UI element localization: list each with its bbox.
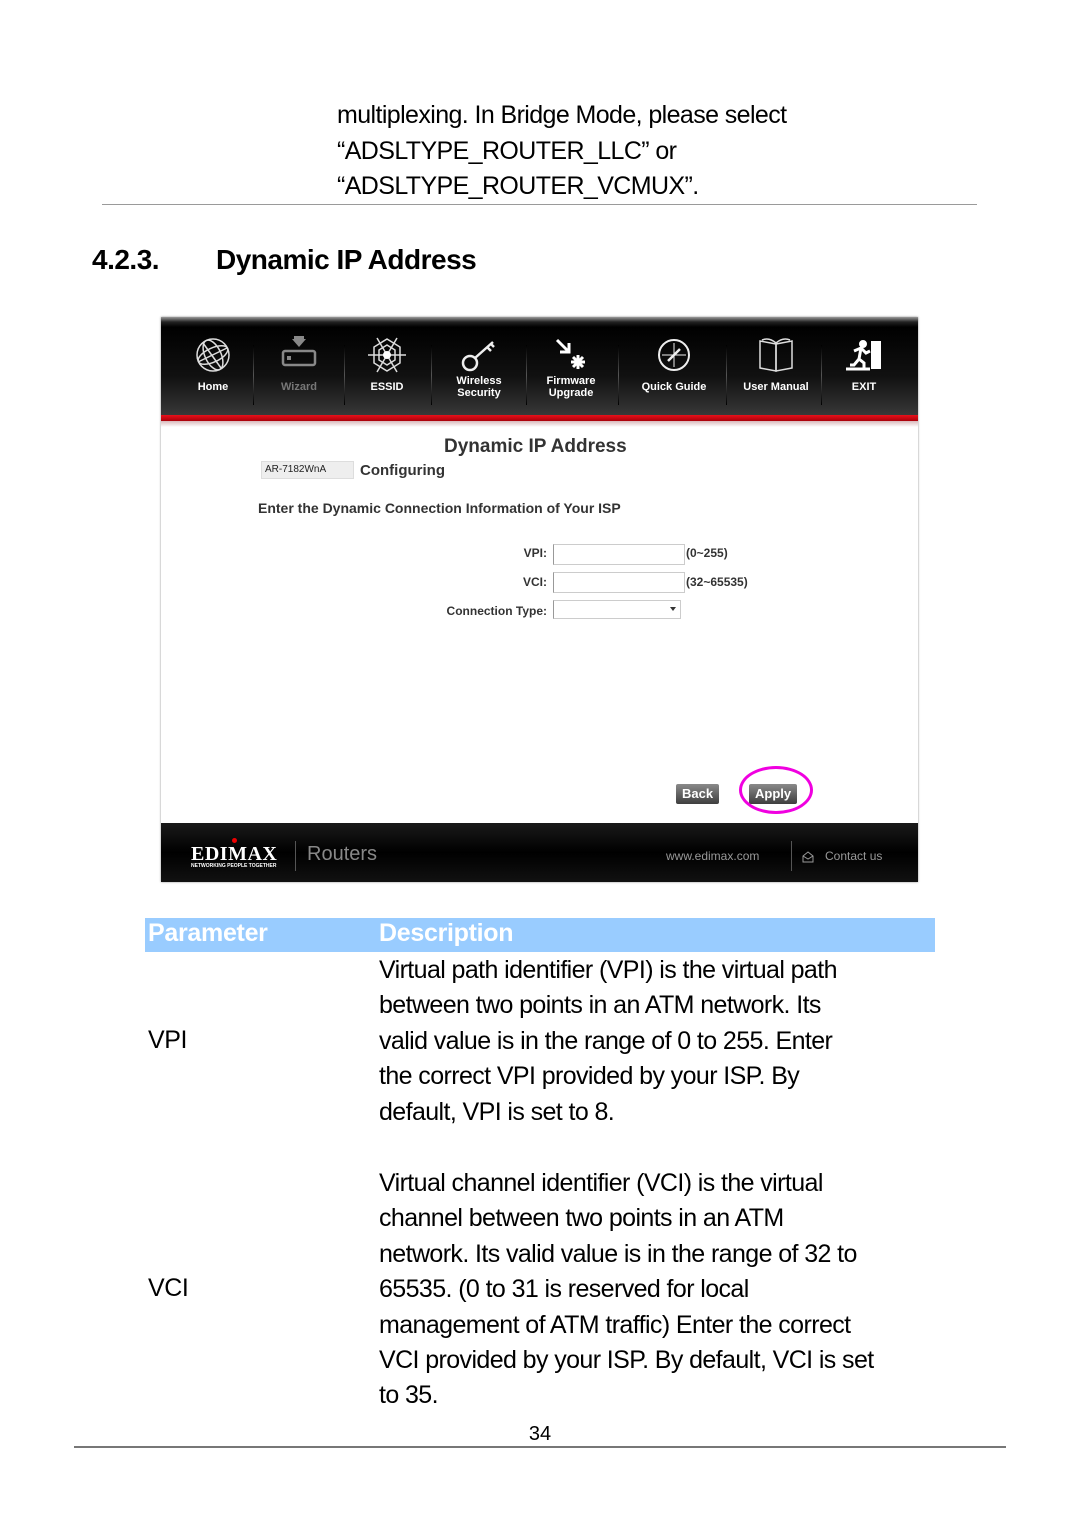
wizard-device-icon <box>279 335 319 375</box>
text-line: management of ATM traffic) Enter the cor… <box>379 1310 851 1339</box>
desc-vpi: Virtual path identifier (VPI) is the vir… <box>379 953 939 1130</box>
vci-range-hint: (32~65535) <box>686 575 748 589</box>
section-title: Dynamic IP Address <box>216 244 477 275</box>
status-label: Configuring <box>360 462 445 479</box>
header-parameter: Parameter <box>148 919 268 947</box>
nav-separator <box>618 345 619 405</box>
nav-separator <box>253 345 254 405</box>
section-heading: 4.2.3. Dynamic IP Address <box>92 244 477 276</box>
text-line: Virtual channel identifier (VCI) is the … <box>379 1169 823 1197</box>
text-line: “ADSLTYPE_ROUTER_VCMUX”. <box>337 172 699 200</box>
vci-input[interactable] <box>553 572 685 593</box>
param-vci: VCI <box>148 1274 189 1302</box>
nav-user-manual[interactable]: User Manual <box>736 335 816 415</box>
nav-label: User Manual <box>743 381 809 393</box>
panel-title: Dynamic IP Address <box>444 436 627 457</box>
nav-separator <box>726 345 727 405</box>
text-line: network. Its valid value is in the range… <box>379 1239 857 1268</box>
vpi-range-hint: (0~255) <box>686 546 728 560</box>
globe-icon <box>193 335 233 375</box>
website-link[interactable]: www.edimax.com <box>666 849 759 863</box>
desc-vci: Virtual channel identifier (VCI) is the … <box>379 1166 939 1414</box>
connection-type-select[interactable] <box>553 600 681 619</box>
text-line: multiplexing. In Bridge Mode, please sel… <box>337 101 787 129</box>
footer-separator <box>791 841 792 871</box>
nav-wizard[interactable]: Wizard <box>269 335 329 415</box>
book-icon <box>756 335 796 375</box>
contact-icon <box>802 850 814 863</box>
text-line: channel between two points in an ATM <box>379 1204 784 1233</box>
text-line: between two points in an ATM network. It… <box>379 991 821 1020</box>
param-vpi: VPI <box>148 1026 188 1054</box>
nav-exit[interactable]: EXIT <box>836 335 892 415</box>
apply-highlight-annotation <box>739 766 813 814</box>
footer-separator <box>295 841 296 871</box>
page-number: 34 <box>528 1423 552 1445</box>
nav-quick-guide[interactable]: Quick Guide <box>633 335 715 415</box>
vpi-input[interactable] <box>553 544 685 565</box>
text-line: valid value is in the range of 0 to 255.… <box>379 1026 833 1055</box>
text-line: to 35. <box>379 1381 439 1410</box>
nav-essid[interactable]: ESSID <box>359 335 415 415</box>
firmware-arrow-icon <box>551 335 591 375</box>
spiderweb-icon <box>367 335 407 375</box>
nav-label: Quick Guide <box>641 381 707 393</box>
text-line: 65535. (0 to 31 is reserved for local <box>379 1275 749 1304</box>
model-name-box: AR-7182WnA <box>261 461 354 479</box>
nav-firmware-upgrade[interactable]: Firmware Upgrade <box>538 335 604 415</box>
chevron-down-icon <box>670 607 676 611</box>
nav-home[interactable]: Home <box>185 335 241 415</box>
nav-accent-shadow <box>161 421 918 427</box>
nav-separator <box>526 345 527 405</box>
key-icon <box>459 335 499 375</box>
text-line: “ADSLTYPE_ROUTER_LLC” or <box>337 136 677 165</box>
nav-wireless-security[interactable]: Wireless Security <box>446 335 512 415</box>
nav-label: Firmware Upgrade <box>546 375 596 399</box>
connection-type-label: Connection Type: <box>446 604 547 618</box>
instruction-text: Enter the Dynamic Connection Information… <box>258 500 621 516</box>
text-line: VCI provided by your ISP. By default, VC… <box>379 1346 874 1375</box>
nav-label: Wizard <box>281 381 317 393</box>
divider <box>102 204 977 205</box>
nav-label: Wireless Security <box>456 375 502 399</box>
nav-separator <box>431 345 432 405</box>
footer-divider <box>74 1446 1006 1448</box>
text-line: default, VPI is set to 8. <box>379 1097 615 1126</box>
compass-icon <box>654 335 694 375</box>
back-button[interactable]: Back <box>676 784 720 804</box>
logo-tagline: NETWORKING PEOPLE TOGETHER <box>191 863 277 869</box>
section-number: 4.2.3. <box>92 244 160 275</box>
router-screenshot: Home Wizard ESSID Wireless Security Firm… <box>161 317 918 882</box>
vpi-label: VPI: <box>523 546 547 560</box>
exit-icon <box>844 335 884 375</box>
table-header: Parameter Description <box>145 918 935 952</box>
nav-label: Home <box>197 381 229 393</box>
nav-label: ESSID <box>370 381 404 393</box>
continuation-paragraph: multiplexing. In Bridge Mode, please sel… <box>337 98 977 205</box>
text-line: Virtual path identifier (VPI) is the vir… <box>379 956 837 984</box>
contact-us-link[interactable]: Contact us <box>825 849 882 863</box>
product-name: Routers <box>307 843 378 865</box>
nav-bar: Home Wizard ESSID Wireless Security Firm… <box>161 317 918 421</box>
router-footer: EDIMAX NETWORKING PEOPLE TOGETHER Router… <box>161 823 918 882</box>
nav-separator <box>821 345 822 405</box>
nav-label: EXIT <box>851 381 877 393</box>
header-description: Description <box>379 919 514 947</box>
text-line: the correct VPI provided by your ISP. By <box>379 1062 800 1091</box>
nav-separator <box>344 345 345 405</box>
vci-label: VCI: <box>523 575 547 589</box>
